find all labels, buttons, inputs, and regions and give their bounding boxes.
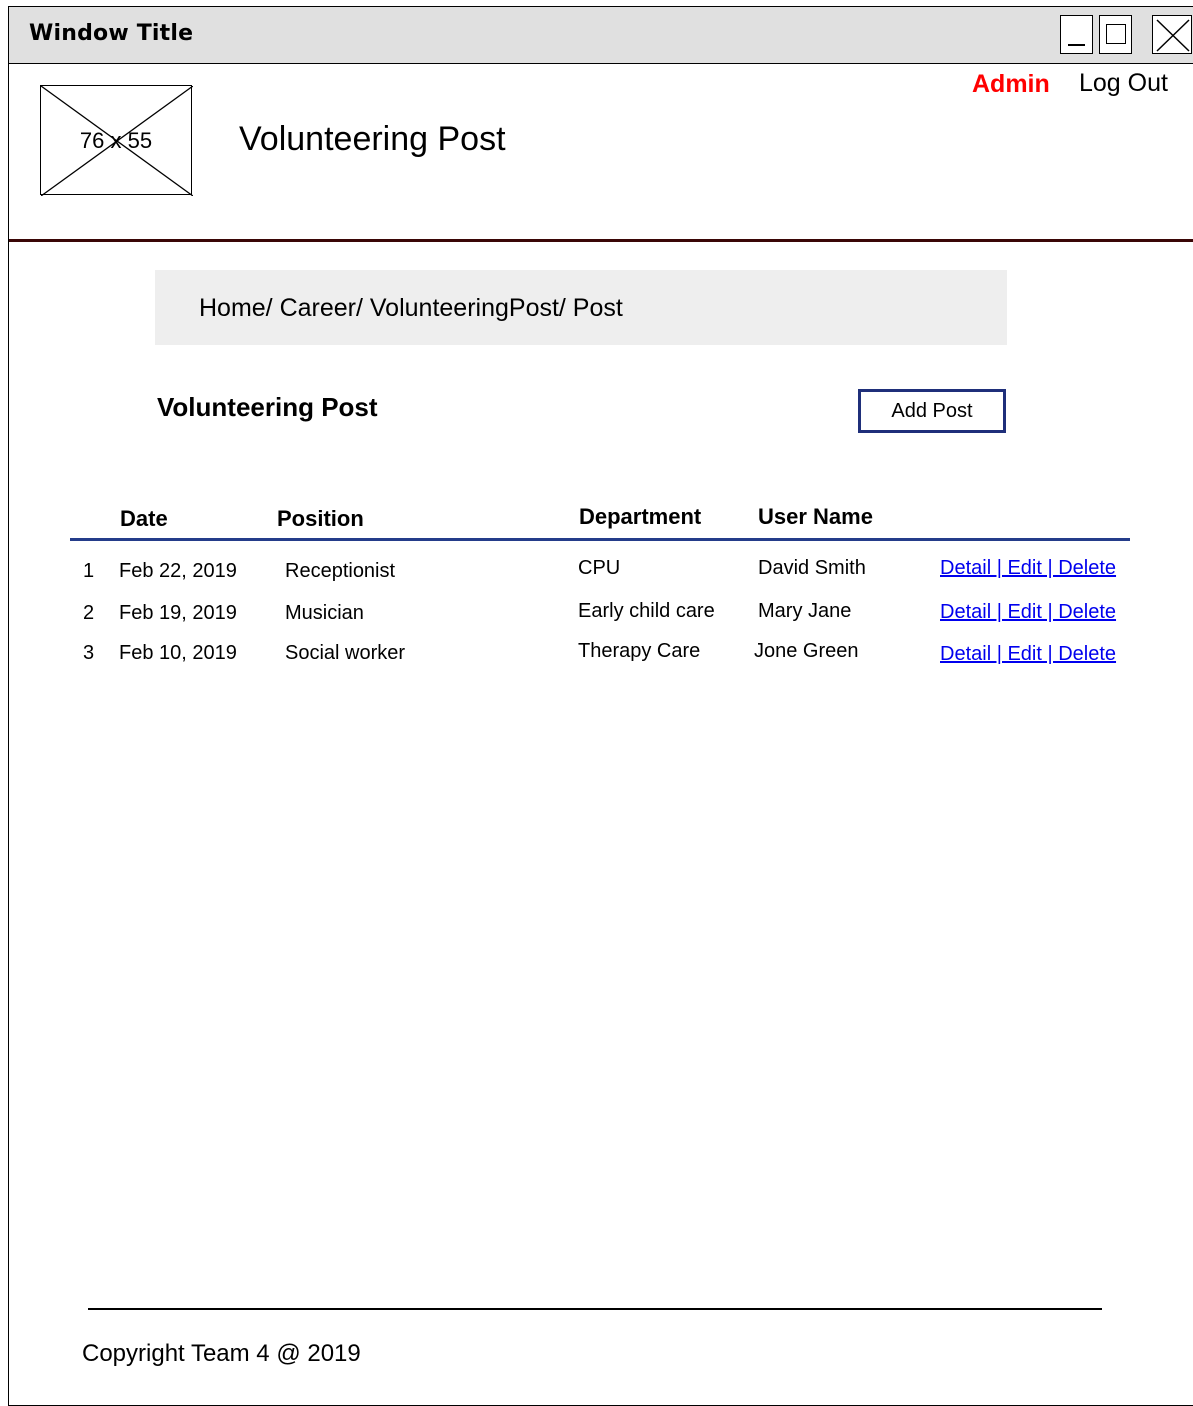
row-index: 2: [83, 602, 95, 624]
row-position: Musician: [285, 602, 364, 624]
row-date: Feb 22, 2019: [119, 560, 237, 582]
logout-link[interactable]: Log Out: [1079, 69, 1168, 98]
row-date: Feb 10, 2019: [119, 642, 237, 664]
current-user: Admin: [972, 70, 1050, 98]
row-user-name: Jone Green: [754, 640, 859, 662]
table-header-divider: [70, 538, 1130, 541]
breadcrumb: Home/ Career/ VolunteeringPost/ Post: [155, 270, 1007, 345]
row-department: Therapy Care: [578, 640, 701, 662]
window-title: Window Title: [29, 21, 194, 46]
column-header-position: Position: [277, 506, 364, 531]
row-position: Social worker: [285, 642, 406, 664]
minimize-button[interactable]: [1060, 15, 1093, 54]
logo-placeholder: 76 x 55: [40, 85, 193, 196]
row-date: Feb 19, 2019: [119, 602, 237, 624]
breadcrumb-text[interactable]: Home/ Career/ VolunteeringPost/ Post: [199, 294, 623, 323]
app-window: Window Title: [8, 6, 1193, 1406]
site-title: Volunteering Post: [239, 120, 506, 158]
row-actions-links[interactable]: Detail | Edit | Delete: [940, 601, 1116, 624]
close-icon: [1156, 19, 1190, 52]
title-bar: Window Title: [9, 7, 1193, 64]
add-post-button[interactable]: Add Post: [858, 389, 1006, 433]
row-user-name: Mary Jane: [758, 600, 852, 622]
maximize-button[interactable]: [1099, 15, 1132, 54]
row-user-name: David Smith: [758, 557, 866, 579]
column-header-department: Department: [579, 504, 702, 529]
row-department: CPU: [578, 557, 621, 579]
row-actions-links[interactable]: Detail | Edit | Delete: [940, 643, 1116, 666]
footer-divider: [88, 1308, 1102, 1310]
row-position: Receptionist: [285, 560, 396, 582]
page-title: Volunteering Post: [157, 392, 378, 422]
column-header-date: Date: [120, 506, 168, 531]
column-header-user-name: User Name: [758, 504, 873, 529]
row-actions-links[interactable]: Detail | Edit | Delete: [940, 557, 1116, 580]
row-index: 3: [83, 642, 95, 664]
footer-copyright: Copyright Team 4 @ 2019: [82, 1340, 361, 1367]
row-index: 1: [83, 560, 95, 582]
row-department: Early child care: [578, 600, 715, 622]
logo-placeholder-label: 76 x 55: [79, 128, 153, 153]
close-button[interactable]: [1152, 15, 1192, 54]
